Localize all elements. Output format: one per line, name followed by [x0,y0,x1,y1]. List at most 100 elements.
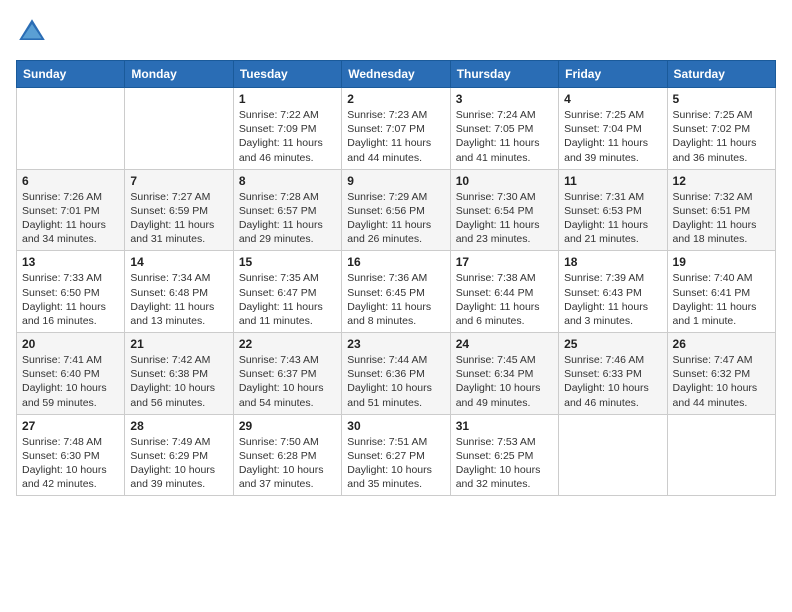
day-detail: Sunrise: 7:46 AM Sunset: 6:33 PM Dayligh… [564,353,661,410]
day-detail: Sunrise: 7:51 AM Sunset: 6:27 PM Dayligh… [347,435,444,492]
day-detail: Sunrise: 7:28 AM Sunset: 6:57 PM Dayligh… [239,190,336,247]
day-number: 15 [239,255,336,269]
day-detail: Sunrise: 7:41 AM Sunset: 6:40 PM Dayligh… [22,353,119,410]
calendar-table: SundayMondayTuesdayWednesdayThursdayFrid… [16,60,776,496]
day-detail: Sunrise: 7:27 AM Sunset: 6:59 PM Dayligh… [130,190,227,247]
day-number: 8 [239,174,336,188]
calendar-cell: 24 Sunrise: 7:45 AM Sunset: 6:34 PM Dayli… [450,333,558,415]
day-detail: Sunrise: 7:48 AM Sunset: 6:30 PM Dayligh… [22,435,119,492]
calendar-cell: 8 Sunrise: 7:28 AM Sunset: 6:57 PM Daylig… [233,169,341,251]
calendar-cell [125,88,233,170]
calendar-cell: 25 Sunrise: 7:46 AM Sunset: 6:33 PM Dayli… [559,333,667,415]
calendar-cell: 2 Sunrise: 7:23 AM Sunset: 7:07 PM Daylig… [342,88,450,170]
day-detail: Sunrise: 7:30 AM Sunset: 6:54 PM Dayligh… [456,190,553,247]
calendar-cell: 30 Sunrise: 7:51 AM Sunset: 6:27 PM Dayli… [342,414,450,496]
weekday-header-monday: Monday [125,61,233,88]
day-detail: Sunrise: 7:29 AM Sunset: 6:56 PM Dayligh… [347,190,444,247]
day-number: 24 [456,337,553,351]
day-detail: Sunrise: 7:36 AM Sunset: 6:45 PM Dayligh… [347,271,444,328]
day-number: 11 [564,174,661,188]
weekday-header-thursday: Thursday [450,61,558,88]
calendar-cell: 27 Sunrise: 7:48 AM Sunset: 6:30 PM Dayli… [17,414,125,496]
day-detail: Sunrise: 7:34 AM Sunset: 6:48 PM Dayligh… [130,271,227,328]
calendar-cell: 11Sunrise: 7:31 AM Sunset: 6:53 PM Dayli… [559,169,667,251]
day-detail: Sunrise: 7:26 AM Sunset: 7:01 PM Dayligh… [22,190,119,247]
day-detail: Sunrise: 7:40 AM Sunset: 6:41 PM Dayligh… [673,271,770,328]
day-detail: Sunrise: 7:22 AM Sunset: 7:09 PM Dayligh… [239,108,336,165]
day-detail: Sunrise: 7:47 AM Sunset: 6:32 PM Dayligh… [673,353,770,410]
day-number: 22 [239,337,336,351]
calendar-cell: 20Sunrise: 7:41 AM Sunset: 6:40 PM Dayli… [17,333,125,415]
day-number: 12 [673,174,770,188]
day-detail: Sunrise: 7:39 AM Sunset: 6:43 PM Dayligh… [564,271,661,328]
calendar-week-2: 6 Sunrise: 7:26 AM Sunset: 7:01 PM Daylig… [17,169,776,251]
calendar-week-4: 20Sunrise: 7:41 AM Sunset: 6:40 PM Dayli… [17,333,776,415]
calendar-cell: 15 Sunrise: 7:35 AM Sunset: 6:47 PM Dayli… [233,251,341,333]
day-number: 18 [564,255,661,269]
weekday-header-tuesday: Tuesday [233,61,341,88]
calendar-cell [17,88,125,170]
day-number: 4 [564,92,661,106]
calendar-cell: 26 Sunrise: 7:47 AM Sunset: 6:32 PM Dayli… [667,333,775,415]
calendar-cell: 5 Sunrise: 7:25 AM Sunset: 7:02 PM Daylig… [667,88,775,170]
calendar-cell: 29Sunrise: 7:50 AM Sunset: 6:28 PM Dayli… [233,414,341,496]
day-detail: Sunrise: 7:53 AM Sunset: 6:25 PM Dayligh… [456,435,553,492]
day-number: 13 [22,255,119,269]
day-number: 1 [239,92,336,106]
weekday-header-friday: Friday [559,61,667,88]
day-detail: Sunrise: 7:35 AM Sunset: 6:47 PM Dayligh… [239,271,336,328]
day-number: 16 [347,255,444,269]
day-detail: Sunrise: 7:24 AM Sunset: 7:05 PM Dayligh… [456,108,553,165]
day-detail: Sunrise: 7:43 AM Sunset: 6:37 PM Dayligh… [239,353,336,410]
calendar-cell: 21Sunrise: 7:42 AM Sunset: 6:38 PM Dayli… [125,333,233,415]
calendar-cell: 12 Sunrise: 7:32 AM Sunset: 6:51 PM Dayli… [667,169,775,251]
day-number: 2 [347,92,444,106]
weekday-header-sunday: Sunday [17,61,125,88]
calendar-week-3: 13 Sunrise: 7:33 AM Sunset: 6:50 PM Dayli… [17,251,776,333]
calendar-cell: 1 Sunrise: 7:22 AM Sunset: 7:09 PM Daylig… [233,88,341,170]
day-detail: Sunrise: 7:44 AM Sunset: 6:36 PM Dayligh… [347,353,444,410]
calendar-cell: 18 Sunrise: 7:39 AM Sunset: 6:43 PM Dayli… [559,251,667,333]
calendar-cell [667,414,775,496]
calendar-cell: 13 Sunrise: 7:33 AM Sunset: 6:50 PM Dayli… [17,251,125,333]
day-detail: Sunrise: 7:25 AM Sunset: 7:04 PM Dayligh… [564,108,661,165]
day-detail: Sunrise: 7:25 AM Sunset: 7:02 PM Dayligh… [673,108,770,165]
calendar-cell: 22 Sunrise: 7:43 AM Sunset: 6:37 PM Dayli… [233,333,341,415]
calendar-cell: 23 Sunrise: 7:44 AM Sunset: 6:36 PM Dayli… [342,333,450,415]
day-number: 6 [22,174,119,188]
weekday-header-wednesday: Wednesday [342,61,450,88]
calendar-cell: 6 Sunrise: 7:26 AM Sunset: 7:01 PM Daylig… [17,169,125,251]
weekday-header-saturday: Saturday [667,61,775,88]
day-detail: Sunrise: 7:49 AM Sunset: 6:29 PM Dayligh… [130,435,227,492]
day-number: 23 [347,337,444,351]
day-detail: Sunrise: 7:45 AM Sunset: 6:34 PM Dayligh… [456,353,553,410]
calendar-cell: 31 Sunrise: 7:53 AM Sunset: 6:25 PM Dayli… [450,414,558,496]
day-detail: Sunrise: 7:23 AM Sunset: 7:07 PM Dayligh… [347,108,444,165]
calendar-header-row: SundayMondayTuesdayWednesdayThursdayFrid… [17,61,776,88]
day-number: 25 [564,337,661,351]
calendar-cell: 7 Sunrise: 7:27 AM Sunset: 6:59 PM Daylig… [125,169,233,251]
day-number: 27 [22,419,119,433]
day-number: 7 [130,174,227,188]
calendar-cell: 4 Sunrise: 7:25 AM Sunset: 7:04 PM Daylig… [559,88,667,170]
day-number: 5 [673,92,770,106]
logo [16,16,52,48]
calendar-cell: 28 Sunrise: 7:49 AM Sunset: 6:29 PM Dayli… [125,414,233,496]
day-detail: Sunrise: 7:32 AM Sunset: 6:51 PM Dayligh… [673,190,770,247]
day-number: 29 [239,419,336,433]
day-number: 10 [456,174,553,188]
day-number: 3 [456,92,553,106]
calendar-week-5: 27 Sunrise: 7:48 AM Sunset: 6:30 PM Dayli… [17,414,776,496]
day-detail: Sunrise: 7:38 AM Sunset: 6:44 PM Dayligh… [456,271,553,328]
logo-icon [16,16,48,48]
day-number: 26 [673,337,770,351]
calendar-cell: 3 Sunrise: 7:24 AM Sunset: 7:05 PM Daylig… [450,88,558,170]
day-detail: Sunrise: 7:42 AM Sunset: 6:38 PM Dayligh… [130,353,227,410]
day-detail: Sunrise: 7:33 AM Sunset: 6:50 PM Dayligh… [22,271,119,328]
day-number: 28 [130,419,227,433]
day-number: 30 [347,419,444,433]
calendar-cell [559,414,667,496]
day-number: 31 [456,419,553,433]
calendar-cell: 19Sunrise: 7:40 AM Sunset: 6:41 PM Dayli… [667,251,775,333]
calendar-cell: 17Sunrise: 7:38 AM Sunset: 6:44 PM Dayli… [450,251,558,333]
